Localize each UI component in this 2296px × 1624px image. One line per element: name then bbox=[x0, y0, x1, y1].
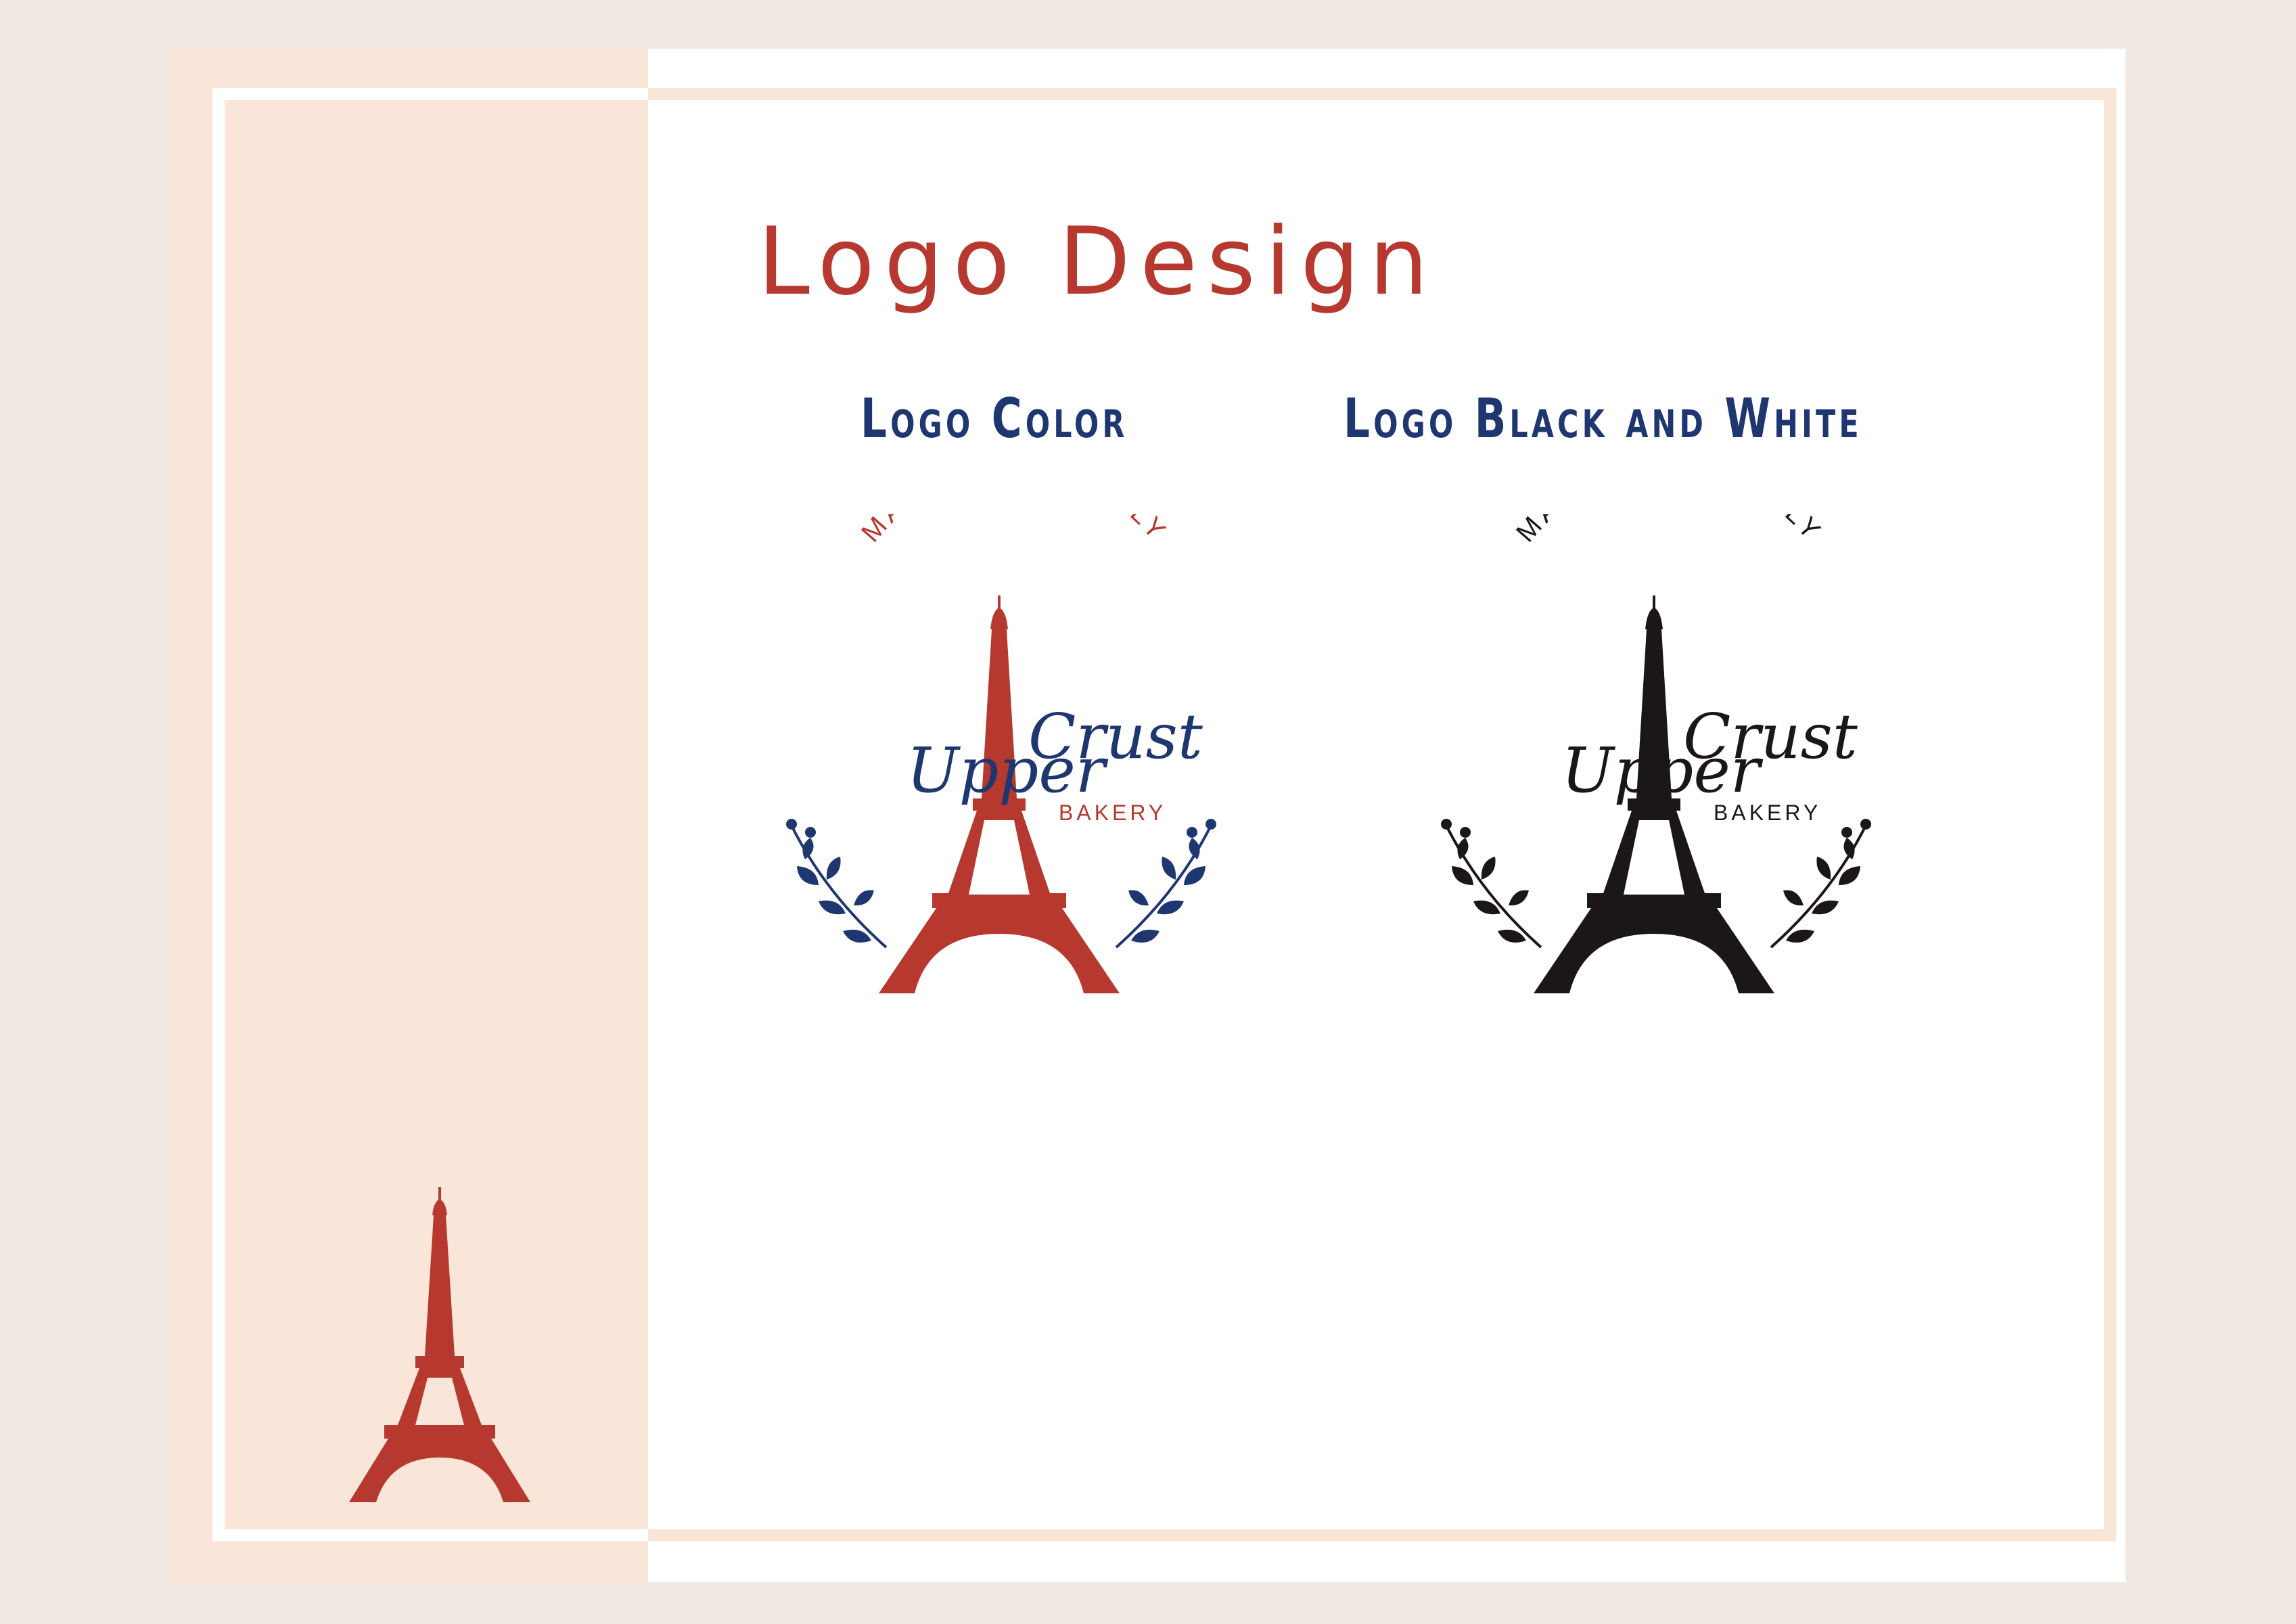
laurel-branch-icon bbox=[1441, 819, 1542, 949]
logo-tagline: BAKERY bbox=[1714, 800, 1821, 825]
eiffel-tower-icon bbox=[349, 1187, 530, 1502]
subtitle-logo-bw: Logo Black and White bbox=[1344, 387, 1862, 450]
subtitle-logo-color: Logo Color bbox=[860, 387, 1128, 450]
logo-color: MADE FRESH DAILY Upper Crust BAKERY bbox=[786, 514, 1216, 993]
logo-tagline: BAKERY bbox=[1059, 800, 1166, 825]
laurel-branch-icon bbox=[1770, 819, 1871, 949]
page-title: Logo Design bbox=[758, 207, 1438, 316]
logo-arc-text: MADE FRESH DAILY bbox=[856, 514, 1174, 548]
logo-arc-text: MADE FRESH DAILY bbox=[1511, 514, 1829, 548]
laurel-branch-icon bbox=[786, 819, 888, 949]
logo-brand-crust: Crust bbox=[1683, 700, 1858, 773]
logo-black-white: MADE FRESH DAILY Upper Crust BAKERY bbox=[1441, 514, 1871, 993]
logo-brand-crust: Crust bbox=[1028, 700, 1203, 773]
laurel-branch-icon bbox=[1115, 819, 1216, 949]
